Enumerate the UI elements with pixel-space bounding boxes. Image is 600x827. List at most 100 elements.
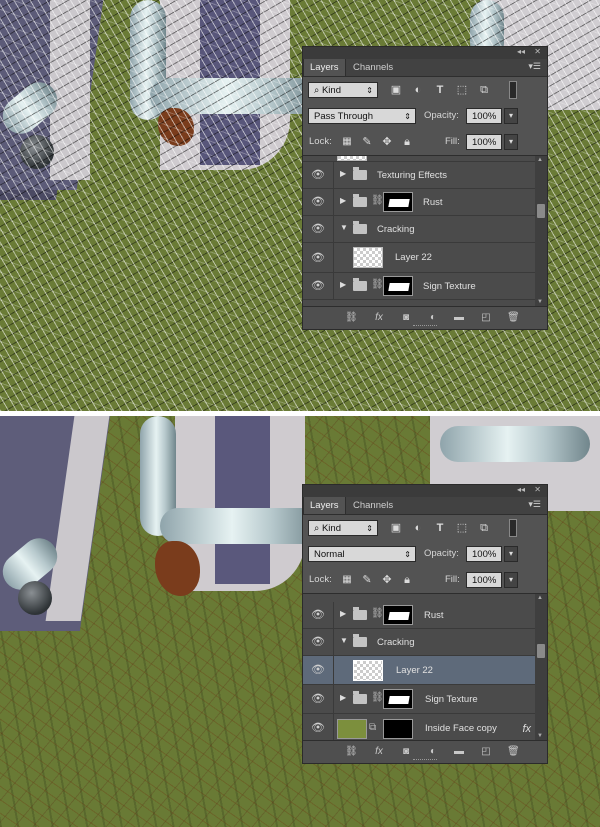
layer-row-partial[interactable] <box>303 156 535 162</box>
add-mask-icon[interactable]: ◙ <box>400 312 412 324</box>
scroll-thumb[interactable] <box>537 204 545 218</box>
collapse-arrow-icon[interactable]: ▼ <box>340 223 348 232</box>
layers-list[interactable]: 👁︎ ▶ Texturing Effects 👁︎ ▶ ⛓︎ Rust 👁︎ ▼… <box>303 155 547 307</box>
panel-titlebar[interactable]: ◂◂ ✕ <box>303 47 547 59</box>
opacity-input[interactable]: 100% <box>466 546 502 562</box>
layer-mask-thumbnail[interactable] <box>383 605 413 625</box>
layer-mask-thumbnail[interactable] <box>383 276 413 296</box>
tab-layers[interactable]: Layers <box>303 59 346 76</box>
chain-icon[interactable]: ⛓︎ <box>371 692 384 703</box>
opacity-dropdown[interactable]: ▾ <box>504 108 518 124</box>
layer-row[interactable]: 👁︎ ▶ ⛓︎ Rust <box>303 602 535 629</box>
eye-icon[interactable]: 👁︎ <box>309 692 327 706</box>
adjustment-filter-icon[interactable]: ◐ <box>411 83 425 97</box>
add-mask-icon[interactable]: ◙ <box>400 746 412 758</box>
lock-position-icon[interactable]: ✥ <box>380 573 394 587</box>
tab-channels[interactable]: Channels <box>347 59 399 76</box>
layer-name[interactable]: Sign Texture <box>425 685 478 714</box>
layer-row-selected[interactable]: 👁︎ Layer 22 <box>303 656 535 685</box>
layers-panel[interactable]: ◂◂ ✕ Layers Channels ▾☰ ⌕ Kind ⇕ ▣ ◐ T ⬚ … <box>302 484 548 764</box>
shape-filter-icon[interactable]: ⬚ <box>455 83 469 97</box>
lock-pixels-icon[interactable]: ✎ <box>360 573 374 587</box>
layer-row[interactable]: 👁︎ ▶ ⛓︎ Sign Texture <box>303 273 535 300</box>
fx-icon[interactable]: fx <box>373 746 385 758</box>
smartobject-filter-icon[interactable]: ⧉ <box>477 83 491 97</box>
adjustment-icon[interactable]: ◐ <box>427 312 439 324</box>
layers-list[interactable]: 👁︎ ▶ ⛓︎ Rust 👁︎ ▼ Cracking 👁︎ Layer 22 👁… <box>303 593 547 741</box>
expand-arrow-icon[interactable]: ▶ <box>340 169 346 178</box>
fx-icon[interactable]: fx <box>373 312 385 324</box>
layer-row[interactable]: 👁︎ ▼ Cracking <box>303 216 535 243</box>
eye-icon[interactable]: 👁︎ <box>309 663 327 677</box>
scrollbar[interactable]: ▲ ▼ <box>535 156 547 306</box>
layer-name[interactable]: Cracking <box>377 629 415 656</box>
lock-transparent-icon[interactable]: ▦ <box>340 135 354 149</box>
panel-menu-icon[interactable]: ▾☰ <box>528 61 541 72</box>
layer-mask-thumbnail[interactable] <box>383 689 413 709</box>
close-icon[interactable]: ✕ <box>534 47 541 56</box>
eye-icon[interactable]: 👁︎ <box>309 279 327 293</box>
layers-panel[interactable]: ◂◂ ✕ Layers Channels ▾☰ ⌕ Kind ⇕ ▣ ◐ T ⬚ … <box>302 46 548 330</box>
fill-dropdown[interactable]: ▾ <box>504 134 518 150</box>
eye-icon[interactable]: 👁︎ <box>309 721 327 735</box>
resize-grip[interactable] <box>413 759 437 762</box>
scroll-down-icon[interactable]: ▼ <box>537 733 543 739</box>
scroll-down-icon[interactable]: ▼ <box>537 299 543 305</box>
eye-icon[interactable]: 👁︎ <box>309 635 327 649</box>
pixel-filter-icon[interactable]: ▣ <box>389 521 403 535</box>
layer-row[interactable]: 👁︎ ⧉ Inside Face copy fx <box>303 714 535 740</box>
layer-row[interactable]: 👁︎ Layer 22 <box>303 243 535 273</box>
trash-icon[interactable]: 🗑︎ <box>507 312 520 324</box>
chain-icon[interactable]: ⛓︎ <box>371 195 384 206</box>
tab-channels[interactable]: Channels <box>347 497 399 514</box>
eye-icon[interactable]: 👁︎ <box>309 168 327 182</box>
filter-kind-select[interactable]: ⌕ Kind ⇕ <box>308 82 378 98</box>
expand-arrow-icon[interactable]: ▶ <box>340 693 346 702</box>
lock-transparent-icon[interactable]: ▦ <box>340 573 354 587</box>
chain-icon[interactable]: ⛓︎ <box>371 608 384 619</box>
scroll-up-icon[interactable]: ▲ <box>537 595 543 601</box>
opacity-input[interactable]: 100% <box>466 108 502 124</box>
filter-toggle[interactable] <box>509 81 517 99</box>
panel-titlebar[interactable]: ◂◂ ✕ <box>303 485 547 497</box>
eye-icon[interactable]: 👁︎ <box>309 222 327 236</box>
eye-icon[interactable]: 👁︎ <box>309 195 327 209</box>
close-icon[interactable]: ✕ <box>534 485 541 494</box>
blend-mode-select[interactable]: Normal ⇕ <box>308 546 416 562</box>
layer-name[interactable]: Layer 22 <box>395 243 432 273</box>
collapse-arrow-icon[interactable]: ▼ <box>340 636 348 645</box>
lock-all-icon[interactable]: 🔒︎ <box>400 135 414 149</box>
scroll-thumb[interactable] <box>537 644 545 658</box>
expand-arrow-icon[interactable]: ▶ <box>340 609 346 618</box>
panel-menu-icon[interactable]: ▾☰ <box>528 499 541 510</box>
new-group-icon[interactable]: ▬ <box>453 312 465 324</box>
shape-filter-icon[interactable]: ⬚ <box>455 521 469 535</box>
expand-arrow-icon[interactable]: ▶ <box>340 196 346 205</box>
lock-all-icon[interactable]: 🔒︎ <box>400 573 414 587</box>
collapse-icon[interactable]: ◂◂ <box>517 485 525 494</box>
layer-row[interactable]: 👁︎ ▶ ⛓︎ Sign Texture <box>303 685 535 714</box>
fill-input[interactable]: 100% <box>466 134 502 150</box>
layer-mask-thumbnail[interactable] <box>383 719 413 739</box>
scroll-up-icon[interactable]: ▲ <box>537 157 543 163</box>
blend-mode-select[interactable]: Pass Through ⇕ <box>308 108 416 124</box>
filter-toggle[interactable] <box>509 519 517 537</box>
new-group-icon[interactable]: ▬ <box>453 746 465 758</box>
eye-icon[interactable]: 👁︎ <box>309 251 327 265</box>
opacity-dropdown[interactable]: ▾ <box>504 546 518 562</box>
link-layers-icon[interactable]: ⛓︎ <box>345 746 358 758</box>
type-filter-icon[interactable]: T <box>433 521 447 535</box>
lock-position-icon[interactable]: ✥ <box>380 135 394 149</box>
smartobject-filter-icon[interactable]: ⧉ <box>477 521 491 535</box>
layer-name[interactable]: Rust <box>423 189 443 216</box>
layer-row[interactable]: 👁︎ ▼ Cracking <box>303 629 535 656</box>
lock-pixels-icon[interactable]: ✎ <box>360 135 374 149</box>
pixel-filter-icon[interactable]: ▣ <box>389 83 403 97</box>
layer-name[interactable]: Rust <box>424 602 444 629</box>
trash-icon[interactable]: 🗑︎ <box>507 746 520 758</box>
new-layer-icon[interactable]: ◰ <box>480 746 492 758</box>
adjustment-filter-icon[interactable]: ◐ <box>411 521 425 535</box>
filter-kind-select[interactable]: ⌕ Kind ⇕ <box>308 520 378 536</box>
new-layer-icon[interactable]: ◰ <box>480 312 492 324</box>
chain-icon[interactable]: ⛓︎ <box>371 279 384 290</box>
